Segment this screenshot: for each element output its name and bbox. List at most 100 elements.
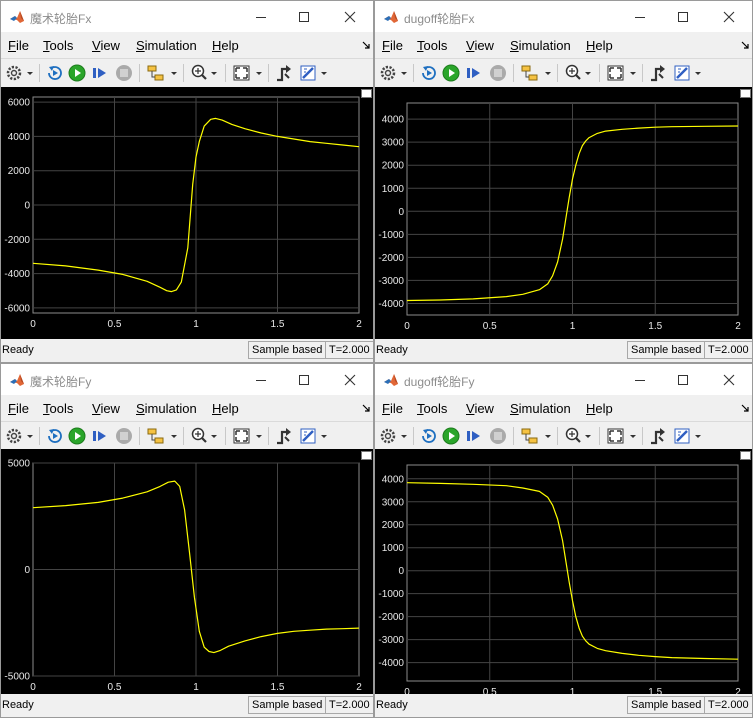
gear-icon[interactable]: [379, 426, 409, 446]
menu-file[interactable]: File: [382, 38, 403, 53]
title-bar[interactable]: dugoff轮胎Fx: [375, 1, 752, 32]
triggers-icon[interactable]: [274, 426, 294, 446]
highlight-block-icon[interactable]: [145, 63, 179, 83]
close-icon[interactable]: [719, 370, 739, 390]
title-bar[interactable]: 魔术轮胎Fx: [1, 1, 373, 32]
scope-plot[interactable]: 0 0.5 1 1.5 2 -6000 -4000 -2000 0 2000 4000 6000: [1, 87, 374, 341]
dock-arrow-icon[interactable]: [362, 404, 370, 412]
zoom-icon[interactable]: [563, 63, 593, 83]
minimize-icon[interactable]: [251, 7, 271, 27]
highlight-block-icon[interactable]: [145, 426, 179, 446]
menu-view[interactable]: View: [92, 38, 120, 53]
x-tick-label: 0: [30, 319, 36, 330]
dock-arrow-icon[interactable]: [362, 41, 370, 49]
fit-to-view-icon[interactable]: [231, 63, 265, 83]
triggers-icon[interactable]: [274, 63, 294, 83]
y-tick-label: -4000: [378, 658, 404, 669]
menu-help[interactable]: Help: [586, 401, 613, 416]
menu-tools[interactable]: Tools: [417, 38, 447, 53]
rewind-icon[interactable]: [45, 63, 65, 83]
toolbar: [1, 421, 373, 451]
run-icon[interactable]: [67, 426, 87, 446]
triggers-icon[interactable]: [648, 426, 668, 446]
minimize-icon[interactable]: [630, 370, 650, 390]
menu-view[interactable]: View: [466, 38, 494, 53]
title-bar[interactable]: dugoff轮胎Fy: [375, 364, 752, 395]
close-icon[interactable]: [719, 7, 739, 27]
run-icon[interactable]: [67, 63, 87, 83]
scope-plot[interactable]: 0 0.5 1 1.5 2-4000-3000-2000-100001000200030…: [375, 449, 753, 696]
plot-area[interactable]: 0 0.5 1 1.5 2 -4000 -3000 -2000 -1000 0 1000 2000 30…: [375, 87, 752, 341]
minimize-icon[interactable]: [630, 7, 650, 27]
close-icon[interactable]: [340, 7, 360, 27]
signal-stats-icon[interactable]: [672, 63, 704, 83]
run-icon[interactable]: [441, 63, 461, 83]
zoom-icon[interactable]: [189, 426, 219, 446]
menu-tools[interactable]: Tools: [43, 38, 73, 53]
menu-file[interactable]: File: [8, 38, 29, 53]
dock-arrow-icon[interactable]: [741, 404, 749, 412]
rewind-icon[interactable]: [45, 426, 65, 446]
maximize-icon[interactable]: [673, 370, 693, 390]
toolbar-separator: [139, 427, 140, 445]
menu-file[interactable]: File: [382, 401, 403, 416]
step-forward-icon[interactable]: [464, 63, 484, 83]
maximize-icon[interactable]: [673, 7, 693, 27]
menu-view[interactable]: View: [466, 401, 494, 416]
maximize-icon[interactable]: [294, 7, 314, 27]
run-icon[interactable]: [441, 426, 461, 446]
menu-simulation[interactable]: Simulation: [136, 401, 197, 416]
gear-icon[interactable]: [5, 426, 35, 446]
y-tick-label: 6000: [8, 98, 31, 109]
y-tick-label: -1000: [378, 230, 404, 241]
menu-view[interactable]: View: [92, 401, 120, 416]
zoom-icon[interactable]: [563, 426, 593, 446]
stop-icon[interactable]: [488, 63, 508, 83]
menu-file[interactable]: File: [8, 401, 29, 416]
gear-icon[interactable]: [379, 63, 409, 83]
rewind-icon[interactable]: [419, 426, 439, 446]
signal-stats-icon[interactable]: [298, 63, 330, 83]
step-forward-icon[interactable]: [90, 426, 110, 446]
zoom-icon[interactable]: [189, 63, 219, 83]
menu-help[interactable]: Help: [212, 401, 239, 416]
signal-stats-icon[interactable]: [298, 426, 330, 446]
close-icon[interactable]: [340, 370, 360, 390]
stop-icon[interactable]: [114, 63, 134, 83]
dock-arrow-icon[interactable]: [741, 41, 749, 49]
stop-icon[interactable]: [488, 426, 508, 446]
rewind-icon[interactable]: [419, 63, 439, 83]
x-tick-label: 2: [356, 682, 362, 693]
scope-plot[interactable]: 0 0.5 1 1.5 2-4000-3000-2000-100001000200030…: [375, 87, 753, 341]
signal-stats-icon[interactable]: [672, 426, 704, 446]
highlight-block-icon[interactable]: [519, 63, 553, 83]
toolbar-separator: [183, 64, 184, 82]
menu-simulation[interactable]: Simulation: [510, 401, 571, 416]
step-forward-icon[interactable]: [90, 63, 110, 83]
plot-area[interactable]: 0 0.5 1 1.5 2 -4000 -3000 -2000 -1000 0 1000 2000 30…: [375, 449, 752, 696]
triggers-icon[interactable]: [648, 63, 668, 83]
undock-axes-icon[interactable]: [361, 89, 372, 98]
menu-simulation[interactable]: Simulation: [510, 38, 571, 53]
title-bar[interactable]: 魔术轮胎Fy: [1, 364, 373, 395]
menu-tools[interactable]: Tools: [43, 401, 73, 416]
menu-help[interactable]: Help: [586, 38, 613, 53]
menu-help[interactable]: Help: [212, 38, 239, 53]
stop-icon[interactable]: [114, 426, 134, 446]
gear-icon[interactable]: [5, 63, 35, 83]
fit-to-view-icon[interactable]: [605, 63, 639, 83]
highlight-block-icon[interactable]: [519, 426, 553, 446]
step-forward-icon[interactable]: [464, 426, 484, 446]
undock-axes-icon[interactable]: [740, 451, 751, 460]
minimize-icon[interactable]: [251, 370, 271, 390]
undock-axes-icon[interactable]: [740, 89, 751, 98]
menu-tools[interactable]: Tools: [417, 401, 447, 416]
fit-to-view-icon[interactable]: [605, 426, 639, 446]
maximize-icon[interactable]: [294, 370, 314, 390]
plot-area[interactable]: 0 0.5 1 1.5 2 -6000 -4000 -2000 0 2000 4000 6000: [1, 87, 373, 341]
scope-plot[interactable]: 0 0.5 1 1.5 2-500005000: [1, 449, 374, 696]
undock-axes-icon[interactable]: [361, 451, 372, 460]
menu-simulation[interactable]: Simulation: [136, 38, 197, 53]
plot-area[interactable]: 0 0.5 1 1.5 2 -5000 0 5000: [1, 449, 373, 696]
fit-to-view-icon[interactable]: [231, 426, 265, 446]
